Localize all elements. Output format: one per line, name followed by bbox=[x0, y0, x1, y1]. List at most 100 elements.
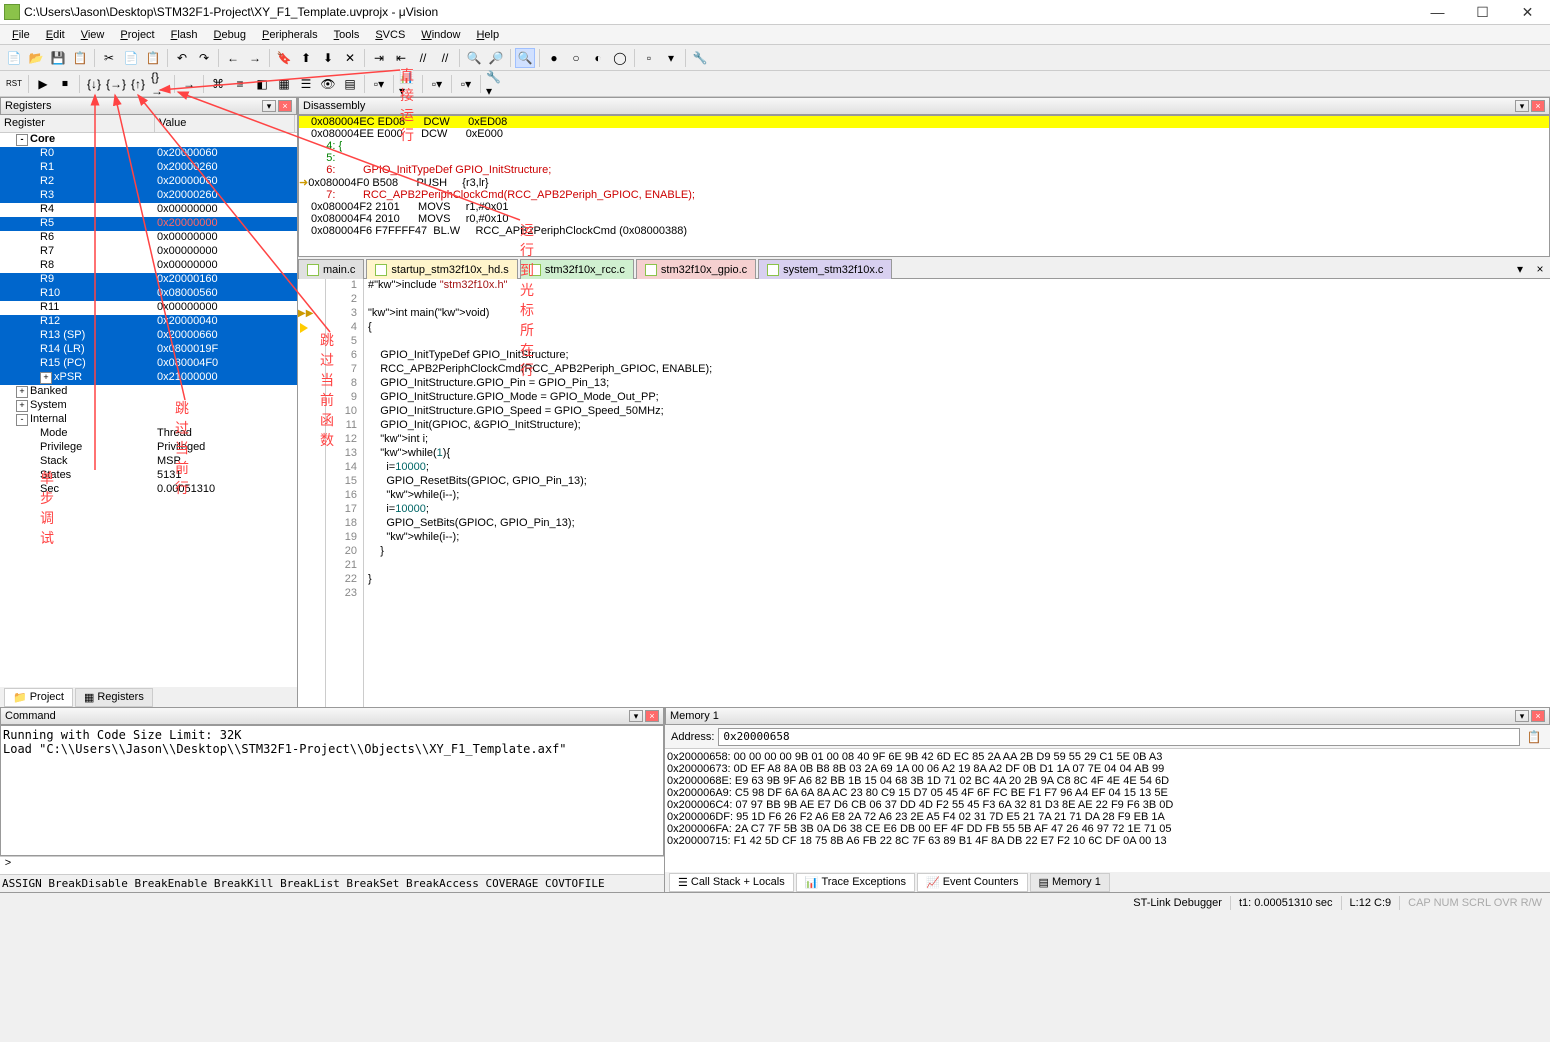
register-row[interactable]: PrivilegePrivileged bbox=[0, 441, 297, 455]
register-row[interactable]: +xPSR0x21000000 bbox=[0, 371, 297, 385]
panel-pin-button[interactable]: ▾ bbox=[1515, 710, 1529, 722]
register-row[interactable]: StackMSP bbox=[0, 455, 297, 469]
menu-svcs[interactable]: SVCS bbox=[367, 27, 413, 43]
tab-dropdown-button[interactable]: ▾ bbox=[1510, 259, 1530, 279]
comment-button[interactable]: // bbox=[413, 48, 433, 68]
file-tab[interactable]: startup_stm32f10x_hd.s bbox=[366, 259, 517, 279]
register-row[interactable]: R14 (LR)0x0800019F bbox=[0, 343, 297, 357]
register-row[interactable]: R15 (PC)0x080004F0 bbox=[0, 357, 297, 371]
menu-tools[interactable]: Tools bbox=[326, 27, 368, 43]
memory-window-button[interactable]: ▤ bbox=[340, 74, 360, 94]
trace-tab[interactable]: 📊 Trace Exceptions bbox=[796, 873, 915, 892]
menu-edit[interactable]: Edit bbox=[38, 27, 73, 43]
counters-tab[interactable]: 📈 Event Counters bbox=[917, 873, 1028, 892]
command-input[interactable] bbox=[16, 857, 664, 874]
panel-pin-button[interactable]: ▾ bbox=[262, 100, 276, 112]
menu-help[interactable]: Help bbox=[468, 27, 507, 43]
register-row[interactable]: R70x00000000 bbox=[0, 245, 297, 259]
maximize-button[interactable]: ☐ bbox=[1460, 0, 1505, 24]
open-button[interactable]: 📂 bbox=[26, 48, 46, 68]
registers-window-button[interactable]: ▦ bbox=[274, 74, 294, 94]
menu-debug[interactable]: Debug bbox=[206, 27, 254, 43]
register-row[interactable]: R10x20000260 bbox=[0, 161, 297, 175]
undo-button[interactable]: ↶ bbox=[172, 48, 192, 68]
reset-button[interactable]: RST bbox=[4, 74, 24, 94]
register-row[interactable]: ModeThread bbox=[0, 427, 297, 441]
registers-tab[interactable]: ▦ Registers bbox=[75, 688, 153, 707]
file-tab[interactable]: system_stm32f10x.c bbox=[758, 259, 892, 279]
register-row[interactable]: R40x00000000 bbox=[0, 203, 297, 217]
run-button[interactable]: ▶ bbox=[33, 74, 53, 94]
analysis-window-button[interactable]: 📊▾ bbox=[398, 74, 418, 94]
callstack-tab[interactable]: ☰ Call Stack + Locals bbox=[669, 873, 794, 892]
breakpoint-toggle-button[interactable]: ○ bbox=[566, 48, 586, 68]
register-row[interactable]: R00x20000060 bbox=[0, 147, 297, 161]
disasm-window-button[interactable]: ≡ bbox=[230, 74, 250, 94]
register-row[interactable]: R13 (SP)0x20000660 bbox=[0, 329, 297, 343]
indent-button[interactable]: ⇥ bbox=[369, 48, 389, 68]
file-tab[interactable]: stm32f10x_gpio.c bbox=[636, 259, 756, 279]
register-row[interactable]: +System bbox=[0, 399, 297, 413]
window-button[interactable]: ▫ bbox=[639, 48, 659, 68]
toolbox-button[interactable]: 🔧▾ bbox=[485, 74, 505, 94]
register-row[interactable]: R110x00000000 bbox=[0, 301, 297, 315]
register-row[interactable]: -Core bbox=[0, 133, 297, 147]
code-editor[interactable]: ▶▶ 1234567891011121314151617181920212223… bbox=[298, 279, 1550, 707]
register-row[interactable]: R60x00000000 bbox=[0, 231, 297, 245]
cut-button[interactable]: ✂ bbox=[99, 48, 119, 68]
copy-button[interactable]: 📄 bbox=[121, 48, 141, 68]
address-input[interactable] bbox=[718, 728, 1520, 746]
menu-flash[interactable]: Flash bbox=[163, 27, 206, 43]
menu-project[interactable]: Project bbox=[112, 27, 162, 43]
panel-pin-button[interactable]: ▾ bbox=[1515, 100, 1529, 112]
register-row[interactable]: R50x20000000 bbox=[0, 217, 297, 231]
disassembly-view[interactable]: 0x080004EC ED08 DCW 0xED080x080004EE E00… bbox=[298, 115, 1550, 257]
bookmark-button[interactable]: 🔖 bbox=[274, 48, 294, 68]
breakpoint-button[interactable]: ● bbox=[544, 48, 564, 68]
project-tab[interactable]: 📁 Project bbox=[4, 688, 73, 707]
register-row[interactable]: R80x00000000 bbox=[0, 259, 297, 273]
bookmark-clear-button[interactable]: ✕ bbox=[340, 48, 360, 68]
uncomment-button[interactable]: // bbox=[435, 48, 455, 68]
bookmark-prev-button[interactable]: ⬆ bbox=[296, 48, 316, 68]
new-button[interactable]: 📄 bbox=[4, 48, 24, 68]
close-button[interactable]: ✕ bbox=[1505, 0, 1550, 24]
memory-dump[interactable]: 0x20000658: 00 00 00 00 9B 01 00 08 40 9… bbox=[665, 749, 1550, 872]
step-out-button[interactable]: {↑} bbox=[128, 74, 148, 94]
menu-view[interactable]: View bbox=[73, 27, 113, 43]
command-window-button[interactable]: ⌘ bbox=[208, 74, 228, 94]
register-row[interactable]: +Banked bbox=[0, 385, 297, 399]
save-all-button[interactable]: 📋 bbox=[70, 48, 90, 68]
memory-refresh-button[interactable]: 📋 bbox=[1524, 727, 1544, 747]
register-row[interactable]: Sec0.00051310 bbox=[0, 483, 297, 497]
minimize-button[interactable]: — bbox=[1415, 0, 1460, 24]
save-button[interactable]: 💾 bbox=[48, 48, 68, 68]
find-button[interactable]: 🔍 bbox=[464, 48, 484, 68]
menu-peripherals[interactable]: Peripherals bbox=[254, 27, 326, 43]
register-row[interactable]: R100x08000560 bbox=[0, 287, 297, 301]
memory-tab[interactable]: ▤ Memory 1 bbox=[1030, 873, 1110, 892]
register-row[interactable]: R20x20000060 bbox=[0, 175, 297, 189]
step-over-button[interactable]: {→} bbox=[106, 74, 126, 94]
panel-close-button[interactable]: × bbox=[1531, 710, 1545, 722]
menu-file[interactable]: File bbox=[4, 27, 38, 43]
outdent-button[interactable]: ⇤ bbox=[391, 48, 411, 68]
menu-window[interactable]: Window bbox=[413, 27, 468, 43]
paste-button[interactable]: 📋 bbox=[143, 48, 163, 68]
bookmark-next-button[interactable]: ⬇ bbox=[318, 48, 338, 68]
config-button[interactable]: 🔧 bbox=[690, 48, 710, 68]
register-row[interactable]: R90x20000160 bbox=[0, 273, 297, 287]
watch-window-button[interactable]: 👁 bbox=[318, 74, 338, 94]
debug-button[interactable]: 🔍 bbox=[515, 48, 535, 68]
file-tab[interactable]: stm32f10x_rcc.c bbox=[520, 259, 634, 279]
tab-close-button[interactable]: × bbox=[1530, 259, 1550, 279]
callstack-window-button[interactable]: ☰ bbox=[296, 74, 316, 94]
register-row[interactable]: -Internal bbox=[0, 413, 297, 427]
nav-back-button[interactable]: ← bbox=[223, 48, 243, 68]
breakpoint-disable-button[interactable]: ◐ bbox=[588, 48, 608, 68]
file-tab[interactable]: main.c bbox=[298, 259, 364, 279]
breakpoint-kill-button[interactable]: ◯ bbox=[610, 48, 630, 68]
serial-window-button[interactable]: ▫▾ bbox=[369, 74, 389, 94]
register-row[interactable]: R120x20000040 bbox=[0, 315, 297, 329]
system-window-button[interactable]: ▫▾ bbox=[456, 74, 476, 94]
